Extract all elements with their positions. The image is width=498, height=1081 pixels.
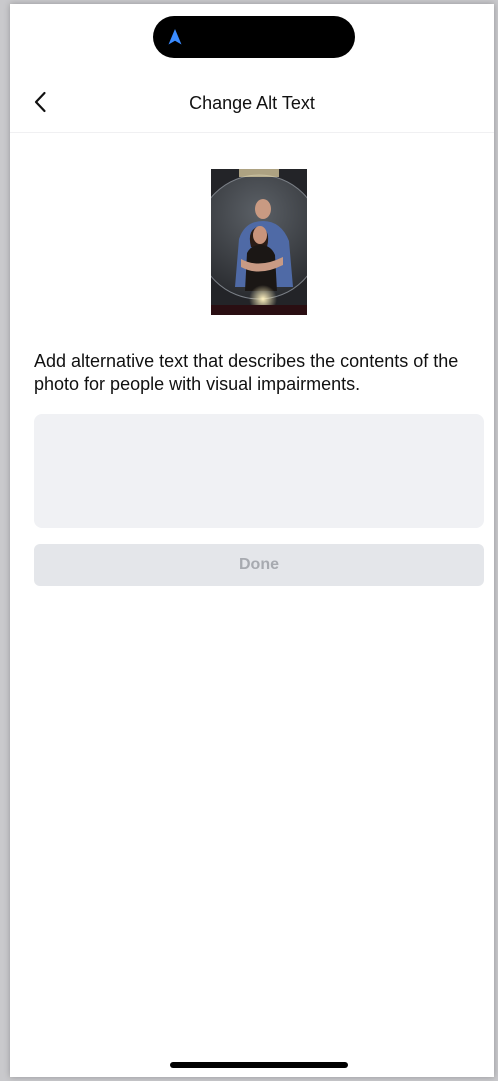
phone-screen: Change Alt Text Add alternative text tha… <box>10 4 494 1077</box>
description-text: Add alternative text that describes the … <box>34 351 459 394</box>
navigation-arrow-icon <box>167 28 183 46</box>
photo-thumbnail <box>211 169 307 315</box>
page-title: Change Alt Text <box>189 93 315 113</box>
navigation-bar: Change Alt Text <box>10 74 494 133</box>
home-indicator <box>170 1062 348 1068</box>
alt-text-input[interactable] <box>34 414 484 528</box>
done-button[interactable]: Done <box>34 544 484 586</box>
dynamic-island <box>153 16 355 58</box>
